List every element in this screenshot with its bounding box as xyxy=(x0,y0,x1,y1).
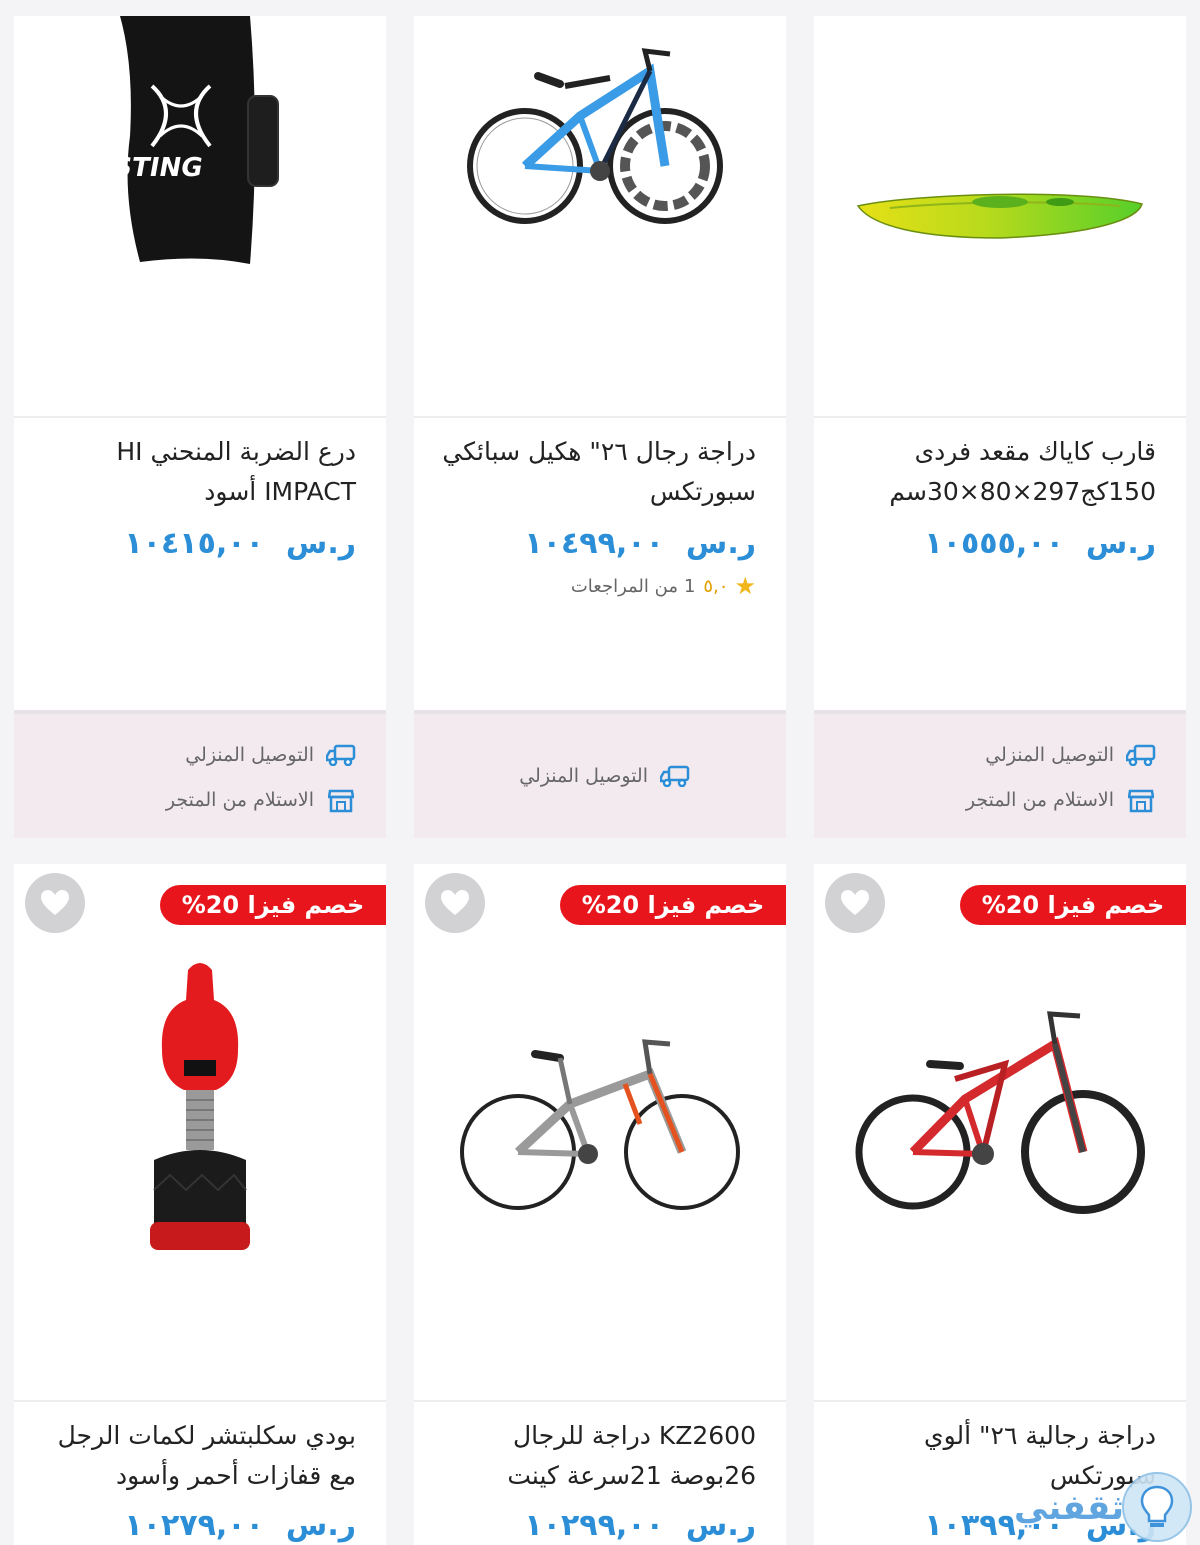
store-pickup-row: الاستلام من المتجر xyxy=(814,778,1156,822)
kayak-image xyxy=(856,193,1143,239)
product-card-strike-shield[interactable]: STING درع الضربة المنحني HI IMPACT أسود … xyxy=(14,16,386,838)
price-value: ١٠٤٩٩,٠٠ xyxy=(524,526,664,561)
currency-label: ر.س xyxy=(685,1508,756,1543)
card-divider xyxy=(814,416,1186,418)
product-price: ر.س ١٠٤٩٩,٠٠ xyxy=(524,526,756,561)
wishlist-button[interactable] xyxy=(825,873,885,933)
home-delivery-label: التوصيل المنزلي xyxy=(185,744,314,766)
boxing-dummy-image xyxy=(150,963,250,1250)
grey-bicycle-image xyxy=(460,1039,740,1210)
star-icon: ★ xyxy=(734,572,756,600)
site-watermark-logo: ثقفني xyxy=(984,1470,1194,1545)
delivery-options: التوصيل المنزلي الاستلام من المتجر xyxy=(814,710,1186,838)
product-title[interactable]: بودي سكلبتشر لكمات الرجل مع قفازات أحمر … xyxy=(26,1416,356,1496)
product-card-boxing-dummy[interactable]: خصم فيزا 20% بودي سكلبتشر لكمات الرجل مع… xyxy=(14,864,386,1545)
strike-shield-image: STING xyxy=(111,16,279,264)
product-title[interactable]: دراجة رجال ٢٦" هكيل سبائكي سبورتكس xyxy=(426,432,756,512)
home-delivery-label: التوصيل المنزلي xyxy=(985,744,1114,766)
card-divider xyxy=(14,1400,386,1402)
product-image[interactable] xyxy=(14,960,386,1260)
product-price: ر.س ١٠٥٥٥,٠٠ xyxy=(924,526,1156,561)
store-icon xyxy=(1126,787,1156,813)
wishlist-button[interactable] xyxy=(425,873,485,933)
product-image[interactable]: STING xyxy=(14,16,386,416)
home-delivery-row: التوصيل المنزلي xyxy=(814,736,1156,774)
store-pickup-row: الاستلام من المتجر xyxy=(14,778,356,822)
rating-score: ٥,٠ xyxy=(703,575,729,597)
currency-label: ر.س xyxy=(285,1508,356,1543)
home-delivery-row: التوصيل المنزلي xyxy=(519,757,690,795)
folding-bicycle-image xyxy=(467,48,723,224)
product-price: ر.س ١٠٤١٥,٠٠ xyxy=(124,526,356,561)
store-pickup-label: الاستلام من المتجر xyxy=(165,789,314,811)
product-image[interactable] xyxy=(814,984,1186,1244)
card-divider xyxy=(814,1400,1186,1402)
visa-discount-badge: خصم فيزا 20% xyxy=(560,885,786,925)
currency-label: ر.س xyxy=(685,526,756,561)
product-card-grey-bicycle[interactable]: خصم فيزا 20% KZ2600 دراجة للرجال 26بوصة … xyxy=(414,864,786,1545)
red-bicycle-image xyxy=(855,1011,1145,1214)
product-grid: قارب كاياك مقعد فردى 150كج297×80×30سم ر.… xyxy=(0,0,1200,1545)
product-card-kayak[interactable]: قارب كاياك مقعد فردى 150كج297×80×30سم ر.… xyxy=(814,16,1186,838)
heart-icon xyxy=(841,890,869,915)
delivery-options: التوصيل المنزلي الاستلام من المتجر xyxy=(14,710,386,838)
rating-count: 1 xyxy=(683,575,696,597)
currency-label: ر.س xyxy=(285,526,356,561)
currency-label: ر.س xyxy=(1085,526,1156,561)
store-icon xyxy=(326,787,356,813)
delivery-truck-icon xyxy=(326,742,356,768)
product-card-red-bicycle[interactable]: خصم فيزا 20% دراجة رجالية ٢٦" ألوي سبورت… xyxy=(814,864,1186,1545)
home-delivery-label: التوصيل المنزلي xyxy=(519,765,648,787)
product-image[interactable] xyxy=(814,16,1186,416)
product-price: ر.س ١٠٢٧٩,٠٠ xyxy=(124,1508,356,1543)
wishlist-button[interactable] xyxy=(25,873,85,933)
product-title[interactable]: درع الضربة المنحني HI IMPACT أسود xyxy=(26,432,356,512)
delivery-options: التوصيل المنزلي xyxy=(414,710,786,838)
delivery-truck-icon xyxy=(660,763,690,789)
product-image[interactable] xyxy=(414,1014,786,1234)
product-title[interactable]: قارب كاياك مقعد فردى 150كج297×80×30سم xyxy=(826,432,1156,512)
rating-text: من المراجعات xyxy=(570,575,678,597)
visa-discount-badge: خصم فيزا 20% xyxy=(960,885,1186,925)
product-title[interactable]: KZ2600 دراجة للرجال 26بوصة 21سرعة كينت xyxy=(426,1416,756,1496)
heart-icon xyxy=(41,890,69,915)
price-value: ١٠٥٥٥,٠٠ xyxy=(924,526,1064,561)
product-price: ر.س ١٠٢٩٩,٠٠ xyxy=(524,1508,756,1543)
product-rating[interactable]: ★ ٥,٠ 1 من المراجعات xyxy=(571,572,756,600)
visa-discount-badge: خصم فيزا 20% xyxy=(160,885,386,925)
delivery-truck-icon xyxy=(1126,742,1156,768)
home-delivery-row: التوصيل المنزلي xyxy=(14,736,356,774)
store-pickup-label: الاستلام من المتجر xyxy=(965,789,1114,811)
product-card-folding-bicycle[interactable]: دراجة رجال ٢٦" هكيل سبائكي سبورتكس ر.س ١٠… xyxy=(414,16,786,838)
card-divider xyxy=(414,1400,786,1402)
watermark-text: ثقفني xyxy=(1014,1487,1124,1528)
heart-icon xyxy=(441,890,469,915)
price-value: ١٠٢٧٩,٠٠ xyxy=(124,1508,264,1543)
card-divider xyxy=(414,416,786,418)
price-value: ١٠٢٩٩,٠٠ xyxy=(524,1508,664,1543)
svg-text:STING: STING xyxy=(111,153,205,183)
lightbulb-icon xyxy=(1122,1472,1192,1542)
price-value: ١٠٤١٥,٠٠ xyxy=(124,526,264,561)
card-divider xyxy=(14,416,386,418)
product-image[interactable] xyxy=(414,16,786,416)
